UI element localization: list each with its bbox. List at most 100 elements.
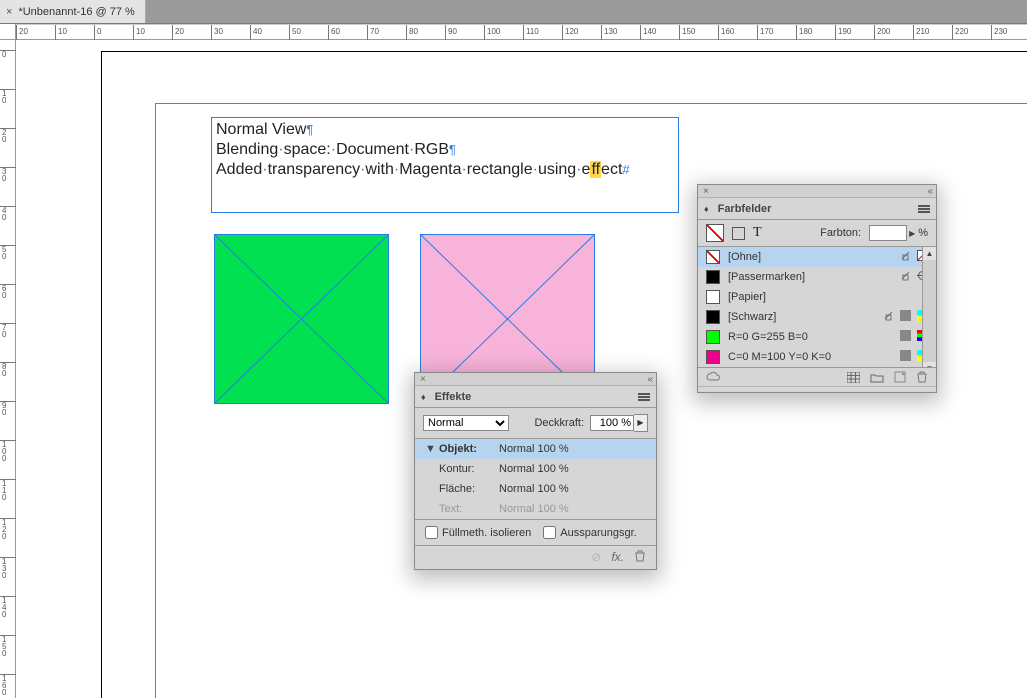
trash-icon[interactable] bbox=[634, 550, 646, 565]
ruler-origin[interactable] bbox=[0, 24, 16, 40]
ruler-tick: 140 bbox=[0, 596, 16, 618]
text-frame[interactable]: Normal View Blending·space:·Document·RGB… bbox=[211, 117, 679, 213]
swatch-row[interactable]: R=0 G=255 B=0 bbox=[698, 327, 936, 347]
isolate-blending-checkbox[interactable]: Füllmeth. isolieren bbox=[425, 526, 531, 539]
swatch-chip-icon bbox=[706, 270, 720, 284]
swatch-row[interactable]: [Passermarken] bbox=[698, 267, 936, 287]
ruler-tick: 60 bbox=[0, 284, 16, 299]
swatch-chip-icon bbox=[706, 350, 720, 364]
effects-target-list: ▼Objekt:Normal 100 %Kontur:Normal 100 %F… bbox=[415, 438, 656, 520]
effects-target-row[interactable]: Fläche:Normal 100 % bbox=[415, 479, 656, 499]
formatting-text-icon[interactable]: T bbox=[753, 225, 762, 241]
ruler-tick: 30 bbox=[0, 167, 16, 182]
ruler-tick: 190 bbox=[835, 25, 836, 41]
fill-stroke-proxy-icon[interactable] bbox=[706, 224, 724, 242]
opacity-stepper[interactable]: ▶ bbox=[634, 414, 648, 432]
blend-mode-select[interactable]: Normal bbox=[423, 415, 509, 431]
vertical-ruler[interactable]: 0102030405060708090100110120130140150160 bbox=[0, 40, 16, 698]
ruler-tick: 20 bbox=[0, 128, 16, 143]
lock-icon bbox=[900, 250, 911, 264]
trash-icon[interactable] bbox=[916, 371, 928, 383]
effects-target-row[interactable]: Text:Normal 100 % bbox=[415, 499, 656, 519]
ruler-tick: 20 bbox=[16, 25, 17, 41]
knockout-group-checkbox[interactable]: Aussparungsgr. bbox=[543, 526, 636, 539]
close-icon[interactable]: × bbox=[703, 186, 709, 197]
ruler-tick: 230 bbox=[991, 25, 992, 41]
cloud-icon[interactable] bbox=[706, 371, 722, 383]
effects-target-row[interactable]: Kontur:Normal 100 % bbox=[415, 459, 656, 479]
swatch-chip-icon bbox=[706, 330, 720, 344]
swatch-label: [Schwarz] bbox=[728, 311, 875, 323]
green-rectangle[interactable] bbox=[214, 234, 389, 404]
swatch-chip-icon bbox=[706, 310, 720, 324]
tint-unit: % bbox=[918, 227, 928, 239]
process-color-icon bbox=[900, 330, 911, 344]
document-tabs: × *Unbenannt-16 @ 77 % bbox=[0, 0, 1027, 24]
tint-input[interactable] bbox=[869, 225, 907, 241]
swatch-row[interactable]: [Papier] bbox=[698, 287, 936, 307]
effects-tab[interactable]: Effekte bbox=[429, 388, 478, 406]
effects-target-row[interactable]: ▼Objekt:Normal 100 % bbox=[415, 439, 656, 459]
tab-title: *Unbenannt-16 @ 77 % bbox=[18, 6, 134, 18]
horizontal-ruler[interactable]: 2010010203040506070809010011012013014015… bbox=[16, 24, 1027, 39]
process-color-icon bbox=[900, 350, 911, 364]
list-view-icon[interactable] bbox=[847, 372, 860, 383]
lock-icon bbox=[883, 310, 894, 324]
swatch-chip-icon bbox=[706, 290, 720, 304]
panel-tab-row: ♦ Farbfelder bbox=[698, 198, 936, 220]
ruler-tick: 130 bbox=[0, 557, 16, 579]
swatch-row[interactable]: [Schwarz] bbox=[698, 307, 936, 327]
opacity-label: Deckkraft: bbox=[534, 417, 584, 429]
ruler-tick: 90 bbox=[445, 25, 446, 41]
ruler-tick: 180 bbox=[796, 25, 797, 41]
ruler-tick: 60 bbox=[328, 25, 329, 41]
close-tab-icon[interactable]: × bbox=[6, 6, 12, 18]
ruler-tick: 10 bbox=[0, 89, 16, 104]
ruler-tick: 160 bbox=[718, 25, 719, 41]
swatch-label: [Ohne] bbox=[728, 251, 892, 263]
formatting-container-icon[interactable] bbox=[732, 227, 745, 240]
expand-icon[interactable]: ♦ bbox=[704, 204, 709, 214]
ruler-row: 2010010203040506070809010011012013014015… bbox=[0, 24, 1027, 40]
ruler-tick: 100 bbox=[484, 25, 485, 41]
scroll-down-icon[interactable]: ▼ bbox=[923, 362, 936, 368]
tint-stepper-icon[interactable]: ▶ bbox=[909, 229, 915, 238]
ruler-tick: 0 bbox=[94, 25, 95, 41]
swatches-tab[interactable]: Farbfelder bbox=[712, 200, 778, 218]
collapse-icon[interactable]: « bbox=[647, 374, 651, 385]
opacity-input[interactable] bbox=[590, 415, 634, 431]
panel-titlebar[interactable]: × « bbox=[698, 185, 936, 198]
ruler-tick: 40 bbox=[250, 25, 251, 41]
ruler-tick: 160 bbox=[0, 674, 16, 696]
collapse-icon[interactable]: « bbox=[927, 186, 931, 197]
ruler-tick: 80 bbox=[406, 25, 407, 41]
effects-panel[interactable]: × « ♦ Effekte Normal Deckkraft: ▶ ▼Objek… bbox=[414, 372, 657, 570]
expand-icon[interactable]: ♦ bbox=[421, 392, 426, 402]
swatch-row[interactable]: [Ohne] bbox=[698, 247, 936, 267]
ruler-tick: 170 bbox=[757, 25, 758, 41]
new-group-icon[interactable] bbox=[870, 372, 884, 383]
swatch-list: [Ohne] [Passermarken][Papier] [Schwarz] R=0… bbox=[698, 247, 936, 368]
ruler-tick: 80 bbox=[0, 362, 16, 377]
ruler-tick: 140 bbox=[640, 25, 641, 41]
close-icon[interactable]: × bbox=[420, 374, 426, 385]
swatches-panel[interactable]: × « ♦ Farbfelder T Farbton: ▶ % [Ohne][P… bbox=[697, 184, 937, 393]
swatch-label: R=0 G=255 B=0 bbox=[728, 331, 892, 343]
fx-icon[interactable]: fx. bbox=[611, 550, 624, 565]
ruler-tick: 130 bbox=[601, 25, 602, 41]
ruler-tick: 200 bbox=[874, 25, 875, 41]
ruler-tick: 150 bbox=[679, 25, 680, 41]
process-color-icon bbox=[900, 310, 911, 324]
swatch-label: C=0 M=100 Y=0 K=0 bbox=[728, 351, 892, 363]
ruler-tick: 0 bbox=[0, 50, 16, 58]
panel-menu-icon[interactable] bbox=[918, 205, 930, 213]
ruler-tick: 120 bbox=[562, 25, 563, 41]
scrollbar[interactable]: ▲ ▼ bbox=[922, 247, 936, 367]
panel-menu-icon[interactable] bbox=[638, 393, 650, 401]
panel-titlebar[interactable]: × « bbox=[415, 373, 656, 386]
swatch-row[interactable]: C=0 M=100 Y=0 K=0 bbox=[698, 347, 936, 367]
scroll-up-icon[interactable]: ▲ bbox=[923, 247, 936, 260]
document-tab[interactable]: × *Unbenannt-16 @ 77 % bbox=[0, 0, 146, 23]
new-swatch-icon[interactable] bbox=[894, 371, 906, 383]
resize-handle[interactable] bbox=[698, 386, 936, 392]
